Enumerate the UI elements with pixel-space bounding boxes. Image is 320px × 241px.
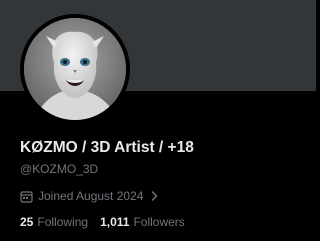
- joined-date-link[interactable]: Joined August 2024: [20, 189, 159, 203]
- avatar[interactable]: [24, 18, 126, 120]
- display-name: KØZMO / 3D Artist / +18: [20, 139, 194, 156]
- following-link[interactable]: 25 Following: [20, 215, 88, 229]
- user-handle: @KOZMO_3D: [20, 162, 99, 176]
- joined-date-text: Joined August 2024: [38, 189, 144, 203]
- avatar-ring: [20, 14, 130, 124]
- calendar-icon: [20, 190, 33, 203]
- profile-stats: 25 Following 1,011 Followers: [20, 215, 185, 229]
- following-count: 25: [20, 215, 34, 229]
- followers-label: Followers: [133, 215, 185, 229]
- followers-count: 1,011: [100, 215, 130, 229]
- chevron-right-icon: [149, 190, 159, 202]
- avatar-image: [24, 18, 126, 120]
- followers-link[interactable]: 1,011 Followers: [100, 215, 185, 229]
- following-label: Following: [37, 215, 89, 229]
